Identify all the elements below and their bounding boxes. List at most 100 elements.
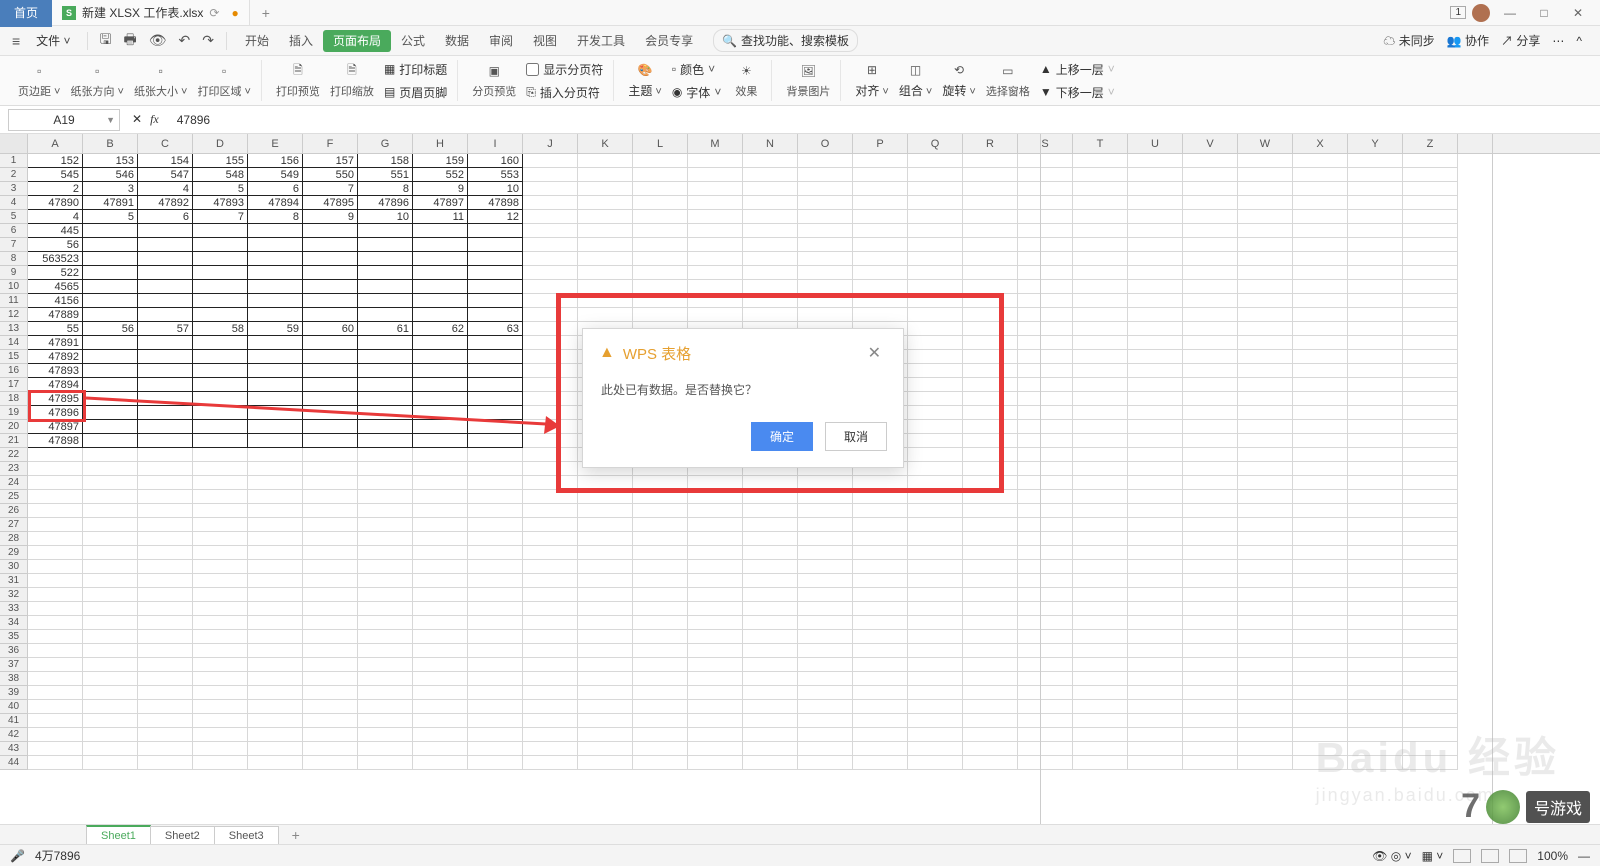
cell[interactable]	[578, 546, 633, 560]
row-header[interactable]: 44	[0, 756, 28, 770]
cell[interactable]	[1238, 476, 1293, 490]
cell[interactable]	[908, 448, 963, 462]
cell[interactable]	[1183, 728, 1238, 742]
cell[interactable]	[303, 434, 358, 448]
cell[interactable]	[1238, 644, 1293, 658]
cell[interactable]	[303, 658, 358, 672]
cell[interactable]	[963, 728, 1018, 742]
cell[interactable]	[138, 644, 193, 658]
cell[interactable]	[578, 210, 633, 224]
cell[interactable]	[193, 532, 248, 546]
cell[interactable]	[1183, 560, 1238, 574]
cell[interactable]: 47897	[28, 420, 83, 434]
cell[interactable]	[853, 574, 908, 588]
cell[interactable]	[1183, 686, 1238, 700]
cell[interactable]	[908, 616, 963, 630]
cell[interactable]	[688, 574, 743, 588]
cell[interactable]	[83, 560, 138, 574]
cell[interactable]	[1183, 434, 1238, 448]
cell[interactable]	[1348, 336, 1403, 350]
selection-pane-button[interactable]: ▭选择窗格	[982, 59, 1034, 101]
cell[interactable]: 548	[193, 168, 248, 182]
cancel-formula-icon[interactable]: ✕	[132, 112, 142, 127]
row-header[interactable]: 12	[0, 308, 28, 322]
cell[interactable]	[468, 224, 523, 238]
cell[interactable]	[413, 238, 468, 252]
cell[interactable]	[963, 630, 1018, 644]
cell[interactable]	[1348, 238, 1403, 252]
cell[interactable]	[1128, 154, 1183, 168]
cell[interactable]	[413, 266, 468, 280]
cell[interactable]	[468, 350, 523, 364]
cell[interactable]	[1018, 434, 1073, 448]
cell[interactable]	[908, 462, 963, 476]
cell[interactable]	[1403, 462, 1458, 476]
cell[interactable]	[688, 490, 743, 504]
cell[interactable]: 160	[468, 154, 523, 168]
cell[interactable]	[1238, 686, 1293, 700]
cell[interactable]	[798, 700, 853, 714]
cell[interactable]	[1128, 504, 1183, 518]
cell[interactable]	[1018, 700, 1073, 714]
cell[interactable]	[578, 280, 633, 294]
cell[interactable]	[138, 224, 193, 238]
cell[interactable]	[688, 518, 743, 532]
cell[interactable]	[28, 714, 83, 728]
cell[interactable]	[688, 630, 743, 644]
undo-icon[interactable]: ↶	[174, 32, 194, 49]
cell[interactable]	[1018, 532, 1073, 546]
cell[interactable]	[688, 238, 743, 252]
cell[interactable]	[358, 420, 413, 434]
cell[interactable]	[1293, 280, 1348, 294]
cell[interactable]	[303, 546, 358, 560]
cell[interactable]	[1293, 266, 1348, 280]
cell[interactable]	[853, 266, 908, 280]
cell[interactable]	[1018, 406, 1073, 420]
cell[interactable]	[1348, 378, 1403, 392]
cell[interactable]	[1293, 406, 1348, 420]
cell[interactable]	[358, 742, 413, 756]
cell[interactable]	[1238, 532, 1293, 546]
cell[interactable]	[413, 406, 468, 420]
cell[interactable]	[1293, 182, 1348, 196]
cell[interactable]: 546	[83, 168, 138, 182]
cell[interactable]	[1128, 574, 1183, 588]
cell[interactable]	[358, 350, 413, 364]
row-header[interactable]: 20	[0, 420, 28, 434]
cell[interactable]	[248, 252, 303, 266]
cell[interactable]	[743, 280, 798, 294]
cell[interactable]	[1403, 336, 1458, 350]
cell[interactable]	[1348, 434, 1403, 448]
cell[interactable]	[248, 266, 303, 280]
cell[interactable]	[303, 714, 358, 728]
cell[interactable]	[1293, 168, 1348, 182]
cell[interactable]	[248, 448, 303, 462]
cell[interactable]	[1073, 406, 1128, 420]
cell[interactable]	[358, 238, 413, 252]
cell[interactable]	[963, 252, 1018, 266]
cell[interactable]	[1018, 504, 1073, 518]
cell[interactable]	[83, 336, 138, 350]
cell[interactable]	[578, 686, 633, 700]
cell[interactable]	[908, 350, 963, 364]
sync-status[interactable]: ☁ 未同步	[1383, 32, 1434, 49]
cell[interactable]	[193, 700, 248, 714]
cell[interactable]	[28, 532, 83, 546]
cell[interactable]	[523, 448, 578, 462]
cell[interactable]	[633, 252, 688, 266]
cell[interactable]	[1238, 462, 1293, 476]
cell[interactable]	[413, 350, 468, 364]
cell[interactable]	[1348, 476, 1403, 490]
cell[interactable]	[963, 238, 1018, 252]
cell[interactable]	[1073, 560, 1128, 574]
cell[interactable]	[1293, 434, 1348, 448]
cell[interactable]	[413, 294, 468, 308]
cell[interactable]	[1018, 574, 1073, 588]
cell[interactable]	[83, 602, 138, 616]
cell[interactable]	[1018, 308, 1073, 322]
name-box-input[interactable]	[29, 113, 99, 127]
cell[interactable]	[1348, 280, 1403, 294]
cell[interactable]	[1403, 322, 1458, 336]
collapse-ribbon-icon[interactable]: ^	[1576, 34, 1582, 48]
cell[interactable]	[1348, 658, 1403, 672]
